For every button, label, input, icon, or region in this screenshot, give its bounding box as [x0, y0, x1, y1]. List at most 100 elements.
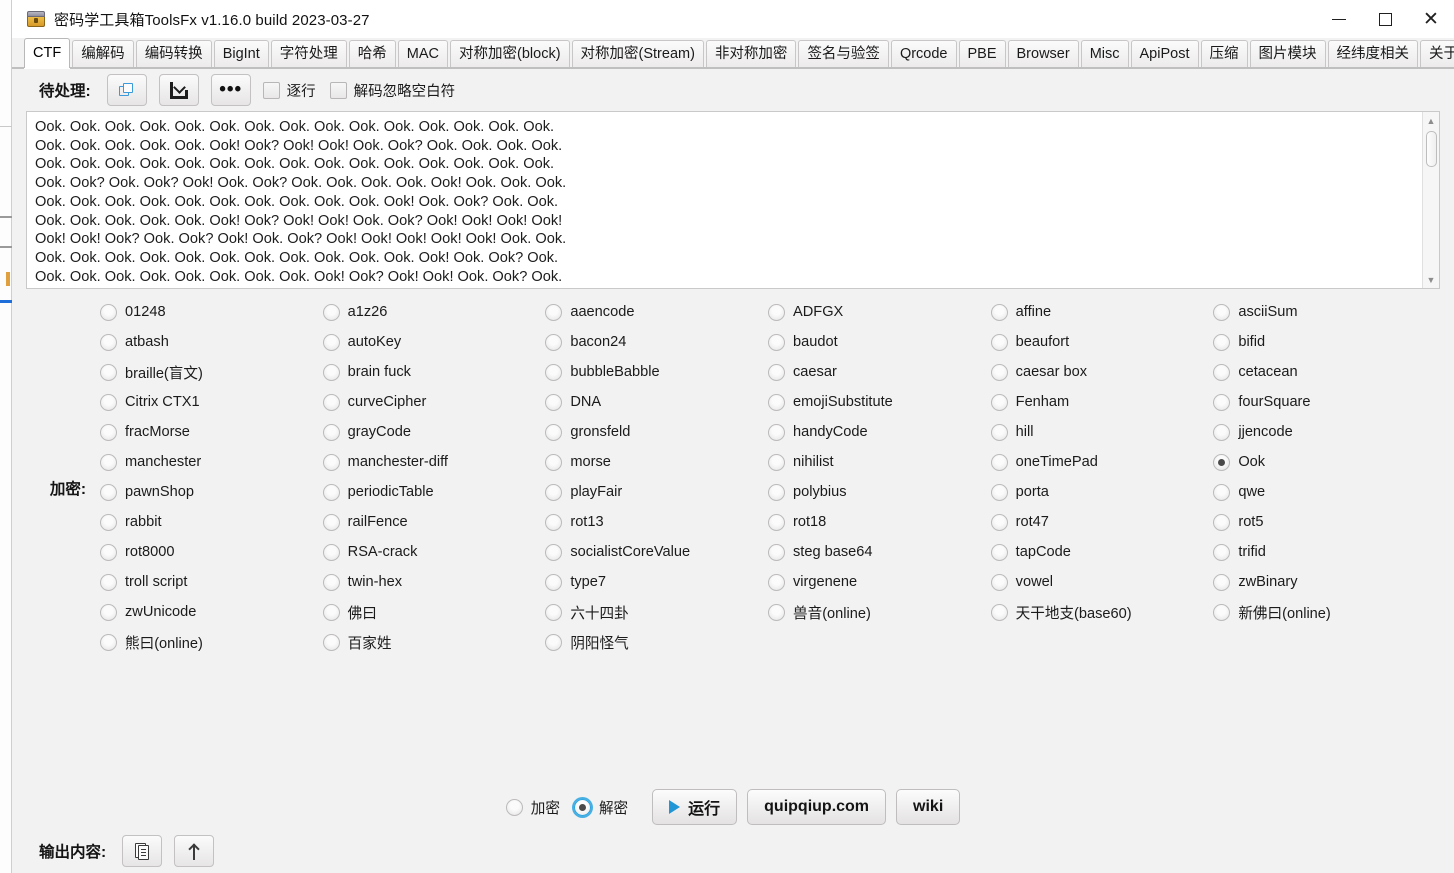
- radio-indicator[interactable]: [322, 543, 340, 561]
- tab-qrcode[interactable]: Qrcode: [890, 40, 957, 68]
- radio-indicator[interactable]: [990, 393, 1008, 411]
- copy-button[interactable]: [106, 74, 147, 106]
- cipher-option-trifid[interactable]: trifid: [1213, 537, 1436, 567]
- scroll-down-icon[interactable]: ▼: [1423, 271, 1440, 288]
- radio-indicator[interactable]: [990, 513, 1008, 531]
- radio-indicator[interactable]: [1213, 603, 1231, 621]
- cipher-option-adfgx[interactable]: ADFGX: [768, 297, 991, 327]
- tab-apipost[interactable]: ApiPost: [1130, 40, 1199, 68]
- radio-indicator[interactable]: [100, 333, 117, 351]
- cipher-option-nihilist[interactable]: nihilist: [768, 447, 991, 477]
- checkbox-ignore-whitespace[interactable]: 解码忽略空白符: [329, 80, 455, 101]
- radio-indicator[interactable]: [100, 393, 117, 411]
- cipher-option-pawnshop[interactable]: pawnShop: [100, 477, 323, 507]
- radio-indicator[interactable]: [505, 798, 523, 816]
- cipher-option-socialistcorevalue[interactable]: socialistCoreValue: [545, 537, 768, 567]
- cipher-option-rot18[interactable]: rot18: [768, 507, 991, 537]
- radio-indicator[interactable]: [100, 573, 117, 591]
- cipher-option-[interactable]: 阴阳怪气: [545, 627, 768, 657]
- cipher-option-online[interactable]: 兽音(online): [768, 597, 991, 627]
- cipher-option-ook[interactable]: Ook: [1213, 447, 1436, 477]
- tab-mac[interactable]: MAC: [397, 40, 449, 68]
- wiki-link-button[interactable]: wiki: [896, 789, 961, 825]
- tab-misc[interactable]: Misc: [1080, 40, 1129, 68]
- radio-indicator[interactable]: [545, 363, 563, 381]
- radio-indicator[interactable]: [545, 513, 563, 531]
- cipher-option-railfence[interactable]: railFence: [322, 507, 546, 537]
- radio-indicator[interactable]: [990, 333, 1008, 351]
- radio-indicator[interactable]: [545, 333, 563, 351]
- cipher-option-foursquare[interactable]: fourSquare: [1213, 387, 1436, 417]
- cipher-option-atbash[interactable]: atbash: [100, 327, 323, 357]
- radio-indicator[interactable]: [322, 573, 340, 591]
- radio-indicator[interactable]: [100, 363, 117, 381]
- radio-indicator[interactable]: [545, 453, 563, 471]
- radio-indicator[interactable]: [100, 633, 117, 651]
- cipher-option-polybius[interactable]: polybius: [768, 477, 991, 507]
- import-button[interactable]: [158, 74, 199, 106]
- radio-indicator[interactable]: [1213, 573, 1231, 591]
- radio-indicator[interactable]: [1213, 303, 1231, 321]
- cipher-option-bubblebabble[interactable]: bubbleBabble: [545, 357, 768, 387]
- cipher-option-01248[interactable]: 01248: [100, 297, 323, 327]
- cipher-option-a1z26[interactable]: a1z26: [322, 297, 546, 327]
- cipher-option-fenham[interactable]: Fenham: [990, 387, 1214, 417]
- radio-indicator[interactable]: [545, 603, 563, 621]
- cipher-option-fracmorse[interactable]: fracMorse: [100, 417, 323, 447]
- tab-ctf[interactable]: CTF: [24, 38, 71, 68]
- radio-indicator[interactable]: [545, 303, 563, 321]
- radio-indicator[interactable]: [545, 543, 563, 561]
- cipher-option-manchester-diff[interactable]: manchester-diff: [322, 447, 546, 477]
- cipher-option-rot47[interactable]: rot47: [990, 507, 1214, 537]
- radio-indicator[interactable]: [573, 798, 591, 816]
- close-button[interactable]: ✕: [1408, 0, 1454, 38]
- cipher-option-aaencode[interactable]: aaencode: [545, 297, 768, 327]
- cipher-option-rot5[interactable]: rot5: [1213, 507, 1436, 537]
- radio-indicator[interactable]: [1213, 543, 1231, 561]
- checkbox-line-by-line[interactable]: 逐行: [262, 80, 316, 101]
- radio-indicator[interactable]: [990, 363, 1008, 381]
- cipher-option-handycode[interactable]: handyCode: [768, 417, 991, 447]
- cipher-option-zwbinary[interactable]: zwBinary: [1213, 567, 1436, 597]
- cipher-option-caesar[interactable]: caesar: [768, 357, 991, 387]
- cipher-option-rabbit[interactable]: rabbit: [100, 507, 323, 537]
- radio-indicator[interactable]: [1213, 483, 1231, 501]
- radio-indicator[interactable]: [1213, 513, 1231, 531]
- cipher-option-online[interactable]: 熊曰(online): [100, 627, 323, 657]
- radio-indicator[interactable]: [100, 513, 117, 531]
- cipher-option-brain-fuck[interactable]: brain fuck: [322, 357, 546, 387]
- tab-block[interactable]: 对称加密(block): [450, 40, 570, 68]
- cipher-option-twin-hex[interactable]: twin-hex: [322, 567, 546, 597]
- radio-indicator[interactable]: [1213, 423, 1231, 441]
- maximize-button[interactable]: [1362, 0, 1408, 38]
- tab-browser[interactable]: Browser: [1007, 40, 1079, 68]
- cipher-option-baudot[interactable]: baudot: [768, 327, 991, 357]
- radio-indicator[interactable]: [322, 333, 340, 351]
- radio-indicator[interactable]: [1213, 453, 1231, 471]
- radio-indicator[interactable]: [545, 633, 563, 651]
- radio-indicator[interactable]: [990, 573, 1008, 591]
- cipher-option-braille[interactable]: braille(盲文): [100, 357, 323, 387]
- radio-indicator[interactable]: [1213, 363, 1231, 381]
- input-text-content[interactable]: Ook. Ook. Ook. Ook. Ook. Ook. Ook. Ook. …: [27, 112, 1422, 288]
- cipher-option-onetimepad[interactable]: oneTimePad: [990, 447, 1214, 477]
- radio-indicator[interactable]: [768, 483, 785, 501]
- cipher-option-beaufort[interactable]: beaufort: [990, 327, 1214, 357]
- cipher-option-rot13[interactable]: rot13: [545, 507, 768, 537]
- cipher-option-[interactable]: 佛曰: [322, 597, 546, 627]
- radio-indicator[interactable]: [768, 423, 785, 441]
- radio-indicator[interactable]: [768, 393, 785, 411]
- cipher-option-emojisubstitute[interactable]: emojiSubstitute: [768, 387, 991, 417]
- radio-indicator[interactable]: [768, 543, 785, 561]
- radio-indicator[interactable]: [768, 453, 785, 471]
- cipher-option-manchester[interactable]: manchester: [100, 447, 323, 477]
- radio-indicator[interactable]: [768, 603, 785, 621]
- radio-indicator[interactable]: [990, 543, 1008, 561]
- cipher-option-bacon24[interactable]: bacon24: [545, 327, 768, 357]
- cipher-option-online[interactable]: 新佛曰(online): [1213, 597, 1436, 627]
- cipher-option-troll-script[interactable]: troll script: [100, 567, 323, 597]
- minimize-button[interactable]: [1316, 0, 1362, 38]
- radio-indicator[interactable]: [545, 423, 563, 441]
- cipher-option-dna[interactable]: DNA: [545, 387, 768, 417]
- mode-option-encrypt[interactable]: 加密: [505, 792, 560, 822]
